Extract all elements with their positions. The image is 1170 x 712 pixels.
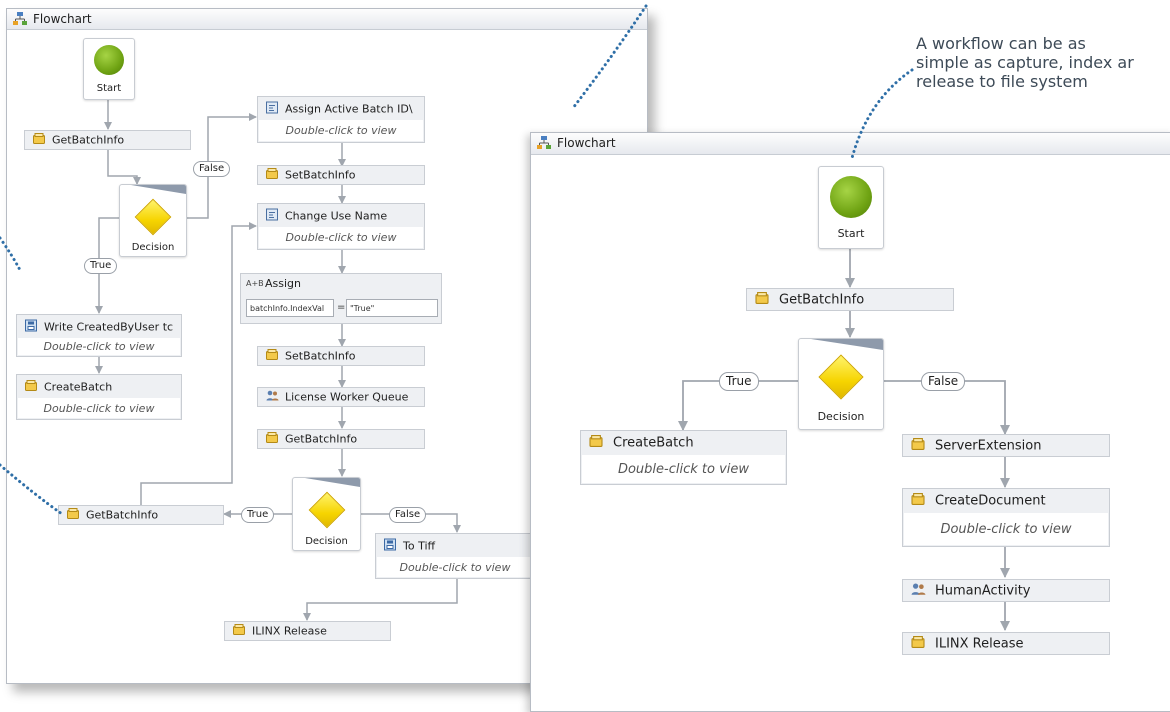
annotation-leader-line xyxy=(571,4,648,110)
annotation-leader-line xyxy=(0,236,22,272)
annotation-leader-line xyxy=(850,68,914,160)
annotation-leaders xyxy=(0,4,914,516)
annotation-leader-line xyxy=(0,463,64,516)
